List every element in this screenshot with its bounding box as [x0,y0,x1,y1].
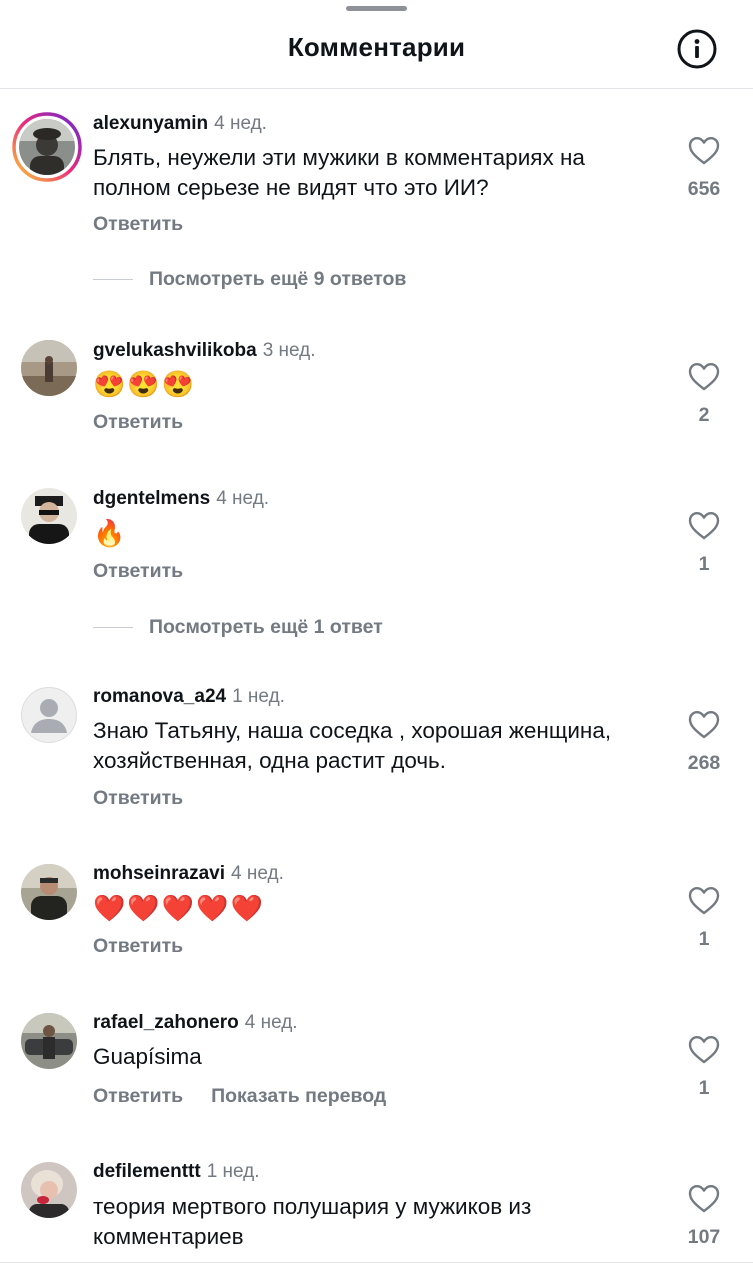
like-count: 2 [698,404,710,426]
reply-button[interactable]: Ответить [93,787,183,809]
like-count: 656 [687,178,721,200]
comment-username[interactable]: mohseinrazavi [93,863,225,884]
reply-button[interactable]: Ответить [93,935,183,957]
view-more-replies-button[interactable]: Посмотреть ещё 1 ответ [93,616,383,639]
comment-username[interactable]: defilementtt [93,1161,201,1182]
view-more-replies-label: Посмотреть ещё 9 ответов [149,268,407,290]
comment-username[interactable]: romanova_a24 [93,686,226,707]
comment-time: 4 нед. [214,113,267,134]
comment-text: теория мертвого полушария у мужиков из к… [93,1194,532,1249]
comment-text: Guapísima [93,1044,202,1069]
page-title: Комментарии [287,32,466,62]
heart-outline-icon[interactable] [688,362,720,392]
show-translation-button[interactable]: Показать перевод [211,1085,386,1107]
like-count: 1 [698,553,710,575]
avatar[interactable] [21,864,77,920]
comment-time: 4 нед. [244,1012,298,1033]
heart-outline-icon[interactable] [688,511,720,541]
comment-text: Знаю Татьяну, наша соседка , хорошая жен… [93,718,612,773]
like-count: 107 [687,1226,721,1248]
comment-username[interactable]: rafael_zahonero [93,1012,239,1033]
comment-time: 3 нед. [262,340,316,361]
info-circle-icon[interactable] [676,28,718,70]
view-more-replies-label: Посмотреть ещё 1 ответ [149,616,383,638]
like-count: 1 [698,928,710,950]
replies-divider [93,627,133,629]
heart-outline-icon[interactable] [688,1035,720,1065]
heart-outline-icon[interactable] [688,886,720,916]
avatar[interactable] [21,340,77,396]
like-count: 268 [687,752,721,774]
default-avatar-icon[interactable] [21,687,77,743]
header: Комментарии [0,0,753,89]
heart-outline-icon[interactable] [688,710,720,740]
comment-time: 4 нед. [216,488,270,509]
like-count: 1 [698,1077,710,1099]
comment-username[interactable]: gvelukashvilikoba [93,340,257,361]
comment-username[interactable]: dgentelmens [93,488,210,509]
heart-outline-icon[interactable] [688,1184,720,1214]
reply-button[interactable]: Ответить [93,560,183,582]
comment-text: Блять, неужели эти мужики в комментариях… [93,145,585,200]
avatar[interactable] [21,1013,77,1069]
heart-outline-icon[interactable] [688,136,720,166]
reply-button[interactable]: Ответить [93,411,183,433]
comment-time: 1 нед. [206,1161,260,1182]
reply-button[interactable]: Ответить [93,213,183,235]
replies-divider [93,279,133,281]
comment-time: 4 нед. [231,863,284,884]
story-ring[interactable] [12,112,82,182]
bottom-divider [0,1262,753,1263]
comment-text: ❤️❤️❤️❤️❤️ [93,893,265,923]
comment-username[interactable]: alexunyamin [93,113,208,134]
avatar[interactable] [21,488,77,544]
comments-sheet: Комментарии alexunyamin 4 нед. Блять, не… [0,0,753,1280]
comment-text: 🔥 [93,518,128,548]
view-more-replies-button[interactable]: Посмотреть ещё 9 ответов [93,268,406,291]
comment-text: 😍😍😍 [93,369,197,399]
comment-time: 1 нед. [232,686,285,707]
reply-button[interactable]: Ответить [93,1085,183,1107]
avatar[interactable] [21,1162,77,1218]
